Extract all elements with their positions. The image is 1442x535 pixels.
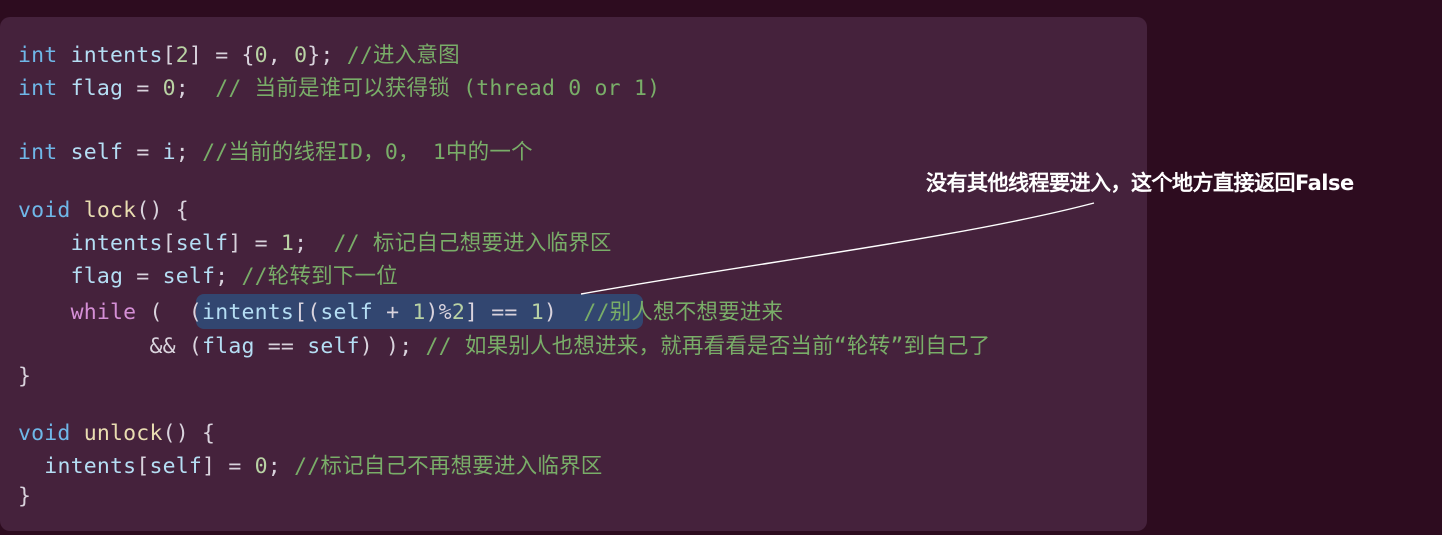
number-literal: 1 <box>412 300 426 325</box>
keyword: void <box>18 198 71 223</box>
punctuation: [( <box>294 300 321 325</box>
identifier: intents <box>44 454 137 479</box>
code-line: int flag = 0; // 当前是谁可以获得锁 (thread 0 or … <box>18 73 660 105</box>
punctuation: )% <box>425 300 452 325</box>
identifier: self <box>320 300 373 325</box>
code-line: void lock() { <box>18 195 189 227</box>
punctuation: ] == <box>464 300 531 325</box>
punctuation <box>71 421 84 446</box>
punctuation: = <box>123 76 163 101</box>
punctuation: [ <box>162 43 176 68</box>
number-literal: 2 <box>175 43 189 68</box>
code-line: int self = i; //当前的线程ID，0， 1中的一个 <box>18 137 533 169</box>
identifier: intents <box>202 300 295 325</box>
annotation-label: 没有其他线程要进入，这个地方直接返回False <box>926 171 1354 195</box>
comment: // 标记自己想要进入临界区 <box>333 231 612 256</box>
number-literal: 1 <box>530 300 544 325</box>
punctuation: ; <box>215 264 242 289</box>
punctuation: == <box>254 334 308 359</box>
code-line: while ( (intents[(self + 1)%2] == 1) //别… <box>18 297 783 329</box>
control-keyword: while <box>70 300 137 325</box>
comment: //轮转到下一位 <box>241 264 398 289</box>
keyword: int <box>18 43 58 68</box>
function-name: lock <box>83 198 137 223</box>
punctuation: ; <box>175 140 203 165</box>
punctuation: + <box>372 300 413 325</box>
comment: //别人想不想要进来 <box>583 300 784 325</box>
identifier: intents <box>57 43 163 68</box>
punctuation: ) <box>543 300 584 325</box>
punctuation: [ <box>136 454 150 479</box>
punctuation: && ( <box>18 334 203 359</box>
code-line: } <box>18 481 31 513</box>
number-literal: 0 <box>254 454 268 479</box>
punctuation: ] = <box>202 454 255 479</box>
number-literal: 0 <box>294 43 308 68</box>
keyword: int <box>18 140 58 165</box>
comment: // 当前是谁可以获得锁 (thread 0 or 1) <box>215 76 661 101</box>
identifier: intents <box>70 231 163 256</box>
punctuation: ] = <box>228 231 281 256</box>
identifier: self <box>162 264 216 289</box>
code-line: intents[self] = 1; // 标记自己想要进入临界区 <box>18 228 612 260</box>
code-line: int intents[2] = {0, 0}; //进入意图 <box>18 40 460 72</box>
keyword: int <box>18 76 58 101</box>
punctuation: = <box>123 264 163 289</box>
comment: //标记自己不再想要进入临界区 <box>294 454 603 479</box>
punctuation: [ <box>162 231 176 256</box>
punctuation <box>71 198 84 223</box>
code-line: && (flag == self) ); // 如果别人也想进来，就再看看是否当… <box>18 331 990 363</box>
code-line: } <box>18 361 31 393</box>
punctuation <box>18 300 71 325</box>
punctuation: () { <box>162 421 216 446</box>
code-line: intents[self] = 0; //标记自己不再想要进入临界区 <box>18 451 602 483</box>
punctuation <box>18 264 71 289</box>
code-line: void unlock() { <box>18 418 215 450</box>
identifier: self <box>57 140 124 165</box>
punctuation <box>18 231 71 256</box>
function-name: unlock <box>83 421 163 446</box>
punctuation: ( ( <box>136 300 203 325</box>
comment: //当前的线程ID，0， 1中的一个 <box>202 140 533 165</box>
punctuation: ] = { <box>188 43 255 68</box>
number-literal: 0 <box>254 43 268 68</box>
identifier: flag <box>202 334 255 359</box>
punctuation: ; <box>267 454 295 479</box>
number-literal: 1 <box>280 231 295 256</box>
punctuation: } <box>18 484 32 509</box>
punctuation: ) ); <box>359 334 426 359</box>
comment: //进入意图 <box>346 43 460 68</box>
identifier: self <box>175 231 229 256</box>
identifier: flag <box>57 76 124 101</box>
comment: // 如果别人也想进来，就再看看是否当前“轮转”到自己了 <box>425 334 991 359</box>
identifier: self <box>149 454 203 479</box>
punctuation: ; <box>175 76 216 101</box>
punctuation: ; <box>294 231 334 256</box>
identifier: flag <box>70 264 124 289</box>
code-line: flag = self; //轮转到下一位 <box>18 261 398 293</box>
keyword: void <box>18 421 71 446</box>
number-literal: 0 <box>162 76 176 101</box>
punctuation: () { <box>136 198 189 223</box>
identifier: self <box>307 334 360 359</box>
punctuation: } <box>18 364 32 389</box>
punctuation <box>18 454 44 479</box>
punctuation: = <box>123 140 163 165</box>
punctuation: }; <box>307 43 347 68</box>
identifier: i <box>162 140 176 165</box>
number-literal: 2 <box>451 300 465 325</box>
punctuation: , <box>267 43 295 68</box>
